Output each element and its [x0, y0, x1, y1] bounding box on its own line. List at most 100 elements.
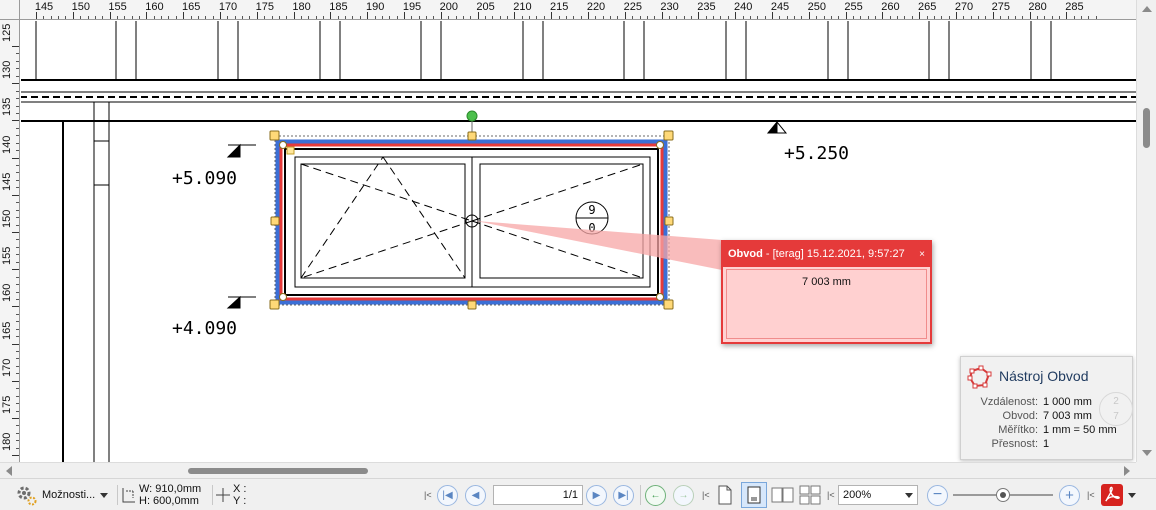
ruler-tick-v [12, 194, 19, 196]
ruler-minor-tick-v [16, 425, 19, 427]
ruler-minor-tick-h [124, 16, 126, 19]
ruler-label-h: 205 [476, 1, 495, 13]
ruler-minor-tick-v [16, 336, 19, 338]
ruler-label-h: 280 [1028, 1, 1047, 13]
ruler-minor-tick-h [595, 16, 597, 19]
ruler-minor-tick-h [462, 16, 464, 19]
back-icon[interactable]: ← [645, 484, 666, 506]
ruler-minor-tick-h [87, 16, 89, 19]
ruler-minor-tick-h [271, 16, 273, 19]
ruler-minor-tick-h [543, 16, 545, 19]
grid-pages-icon[interactable] [798, 484, 824, 506]
zoom-select[interactable]: 200% [838, 485, 918, 505]
ruler-tick-v [12, 380, 19, 382]
dimension-readout: W: 910,0mm H: 600,0mm [121, 479, 201, 510]
ruler-tick-h [404, 12, 405, 19]
ruler-minor-tick-h [536, 16, 538, 19]
previous-page-icon[interactable]: ◀ [465, 484, 486, 506]
cursor-position: X : Y : [216, 479, 246, 510]
ruler-minor-tick-h [867, 16, 869, 19]
scroll-up-icon[interactable] [1142, 6, 1152, 12]
ruler-minor-tick-v [16, 246, 19, 248]
ruler-minor-tick-h [175, 16, 177, 19]
zoom-slider[interactable] [953, 488, 1053, 502]
ruler-minor-tick-h [749, 16, 751, 19]
ruler-label-h: 270 [954, 1, 974, 13]
ruler-minor-tick-h [116, 16, 118, 19]
scroll-down-icon[interactable] [1142, 450, 1152, 456]
ruler-label-h: 245 [770, 1, 790, 13]
ruler-minor-tick-h [227, 16, 229, 19]
zoom-out-icon[interactable]: − [927, 484, 948, 506]
level-text-lower: +4.090 [172, 318, 237, 339]
forward-icon[interactable]: → [673, 484, 694, 506]
pdf-icon[interactable] [1100, 483, 1124, 507]
fit-page-button[interactable] [741, 482, 767, 508]
ruler-tick-v [12, 46, 19, 47]
page-number-input[interactable]: 1/1 [493, 485, 583, 505]
scroll-left-icon[interactable] [6, 466, 12, 476]
ruler-minor-tick-h [396, 16, 398, 19]
callout-close-icon[interactable]: × [919, 242, 925, 267]
ruler-tick-h [220, 12, 221, 19]
vertical-scrollbar[interactable] [1136, 0, 1156, 462]
ruler-tick-h [992, 12, 994, 19]
ruler-minor-tick-h [691, 16, 693, 19]
callout-tool-name: Obvod [728, 248, 763, 260]
ruler-minor-tick-h [190, 16, 192, 19]
ruler-minor-tick-h [1014, 16, 1016, 19]
level-text-upper: +5.090 [172, 168, 237, 189]
ruler-minor-tick-h [705, 16, 707, 19]
ruler-tick-v [12, 232, 19, 233]
ruler-minor-tick-h [823, 16, 825, 19]
ruler-label-v: 130 [1, 60, 13, 80]
ruler-minor-tick-h [94, 16, 96, 19]
measurement-callout[interactable]: Obvod - [terag] 15.12.2021, 9:57:27 × 7 … [721, 240, 932, 344]
horizontal-scrollbar[interactable] [0, 462, 1136, 478]
options-menu[interactable]: Možnosti... [14, 479, 109, 510]
ruler-tick-h [440, 12, 442, 19]
zoom-slider-thumb[interactable] [996, 488, 1010, 502]
ruler-minor-tick-v [16, 68, 19, 70]
ruler-tick-v [12, 269, 19, 271]
ruler-minor-tick-h [507, 16, 509, 19]
zoom-in-icon[interactable]: + [1059, 484, 1080, 506]
ruler-label-v: 135 [1, 98, 13, 117]
ruler-minor-tick-h [345, 16, 347, 19]
ruler-minor-tick-h [139, 16, 141, 19]
vertical-scroll-thumb[interactable] [1143, 108, 1150, 148]
ruler-minor-tick-v [16, 358, 19, 360]
next-page-icon[interactable]: ▶ [586, 484, 607, 506]
ruler-tick-h [477, 12, 479, 19]
ruler-label-v: 170 [1, 358, 13, 377]
ruler-minor-tick-v [16, 202, 19, 204]
last-page-icon[interactable]: ▶| [613, 484, 634, 506]
crosshair-icon [216, 488, 230, 502]
anchor-handle[interactable] [286, 146, 295, 155]
ruler-minor-tick-h [278, 16, 280, 19]
tool-panel-title: Nástroj Obvod [999, 368, 1089, 384]
callout-header[interactable]: Obvod - [terag] 15.12.2021, 9:57:27 [723, 242, 930, 267]
ruler-label-v: 165 [1, 321, 13, 340]
scroll-corner [1136, 462, 1156, 478]
ruler-tick-h [514, 12, 516, 19]
single-page-icon[interactable] [715, 484, 735, 506]
ruler-tick-v [12, 83, 19, 85]
scroll-right-icon[interactable] [1124, 466, 1130, 476]
ruler-label-v: 125 [1, 23, 13, 42]
first-page-icon[interactable]: |◀ [437, 484, 458, 506]
rotation-handle[interactable] [466, 110, 478, 122]
ruler-minor-tick-h [970, 16, 972, 19]
ruler-minor-tick-h [779, 16, 781, 19]
ruler-minor-tick-v [16, 276, 19, 278]
settings-gear-icon [17, 486, 37, 506]
ruler-minor-tick-h [161, 16, 163, 19]
horizontal-scroll-thumb[interactable] [188, 468, 368, 474]
chevron-down-icon[interactable] [1128, 492, 1136, 498]
two-pages-icon[interactable] [770, 484, 796, 506]
ruler-label-h: 240 [734, 1, 753, 13]
ruler-minor-tick-v [16, 127, 19, 129]
ruler-minor-tick-v [16, 432, 19, 434]
ruler-minor-tick-h [676, 16, 678, 19]
ruler-minor-tick-h [683, 16, 685, 19]
